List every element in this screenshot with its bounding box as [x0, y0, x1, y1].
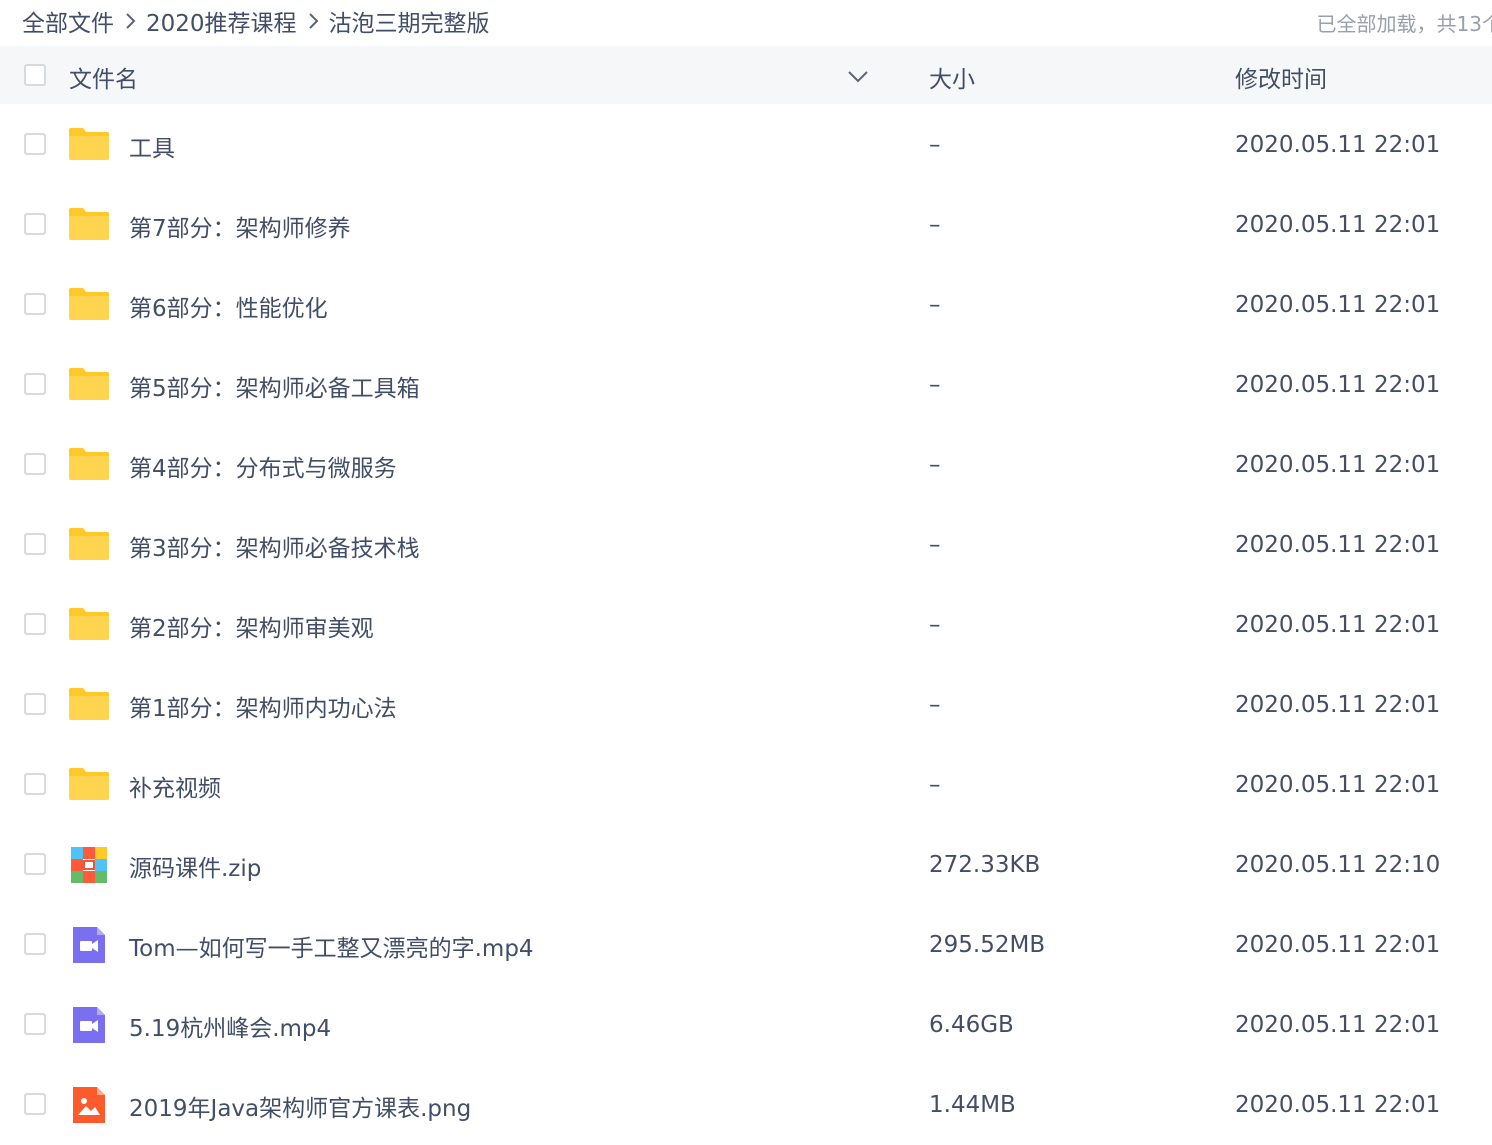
row-checkbox[interactable] [24, 693, 46, 715]
file-modified-time: 2020.05.11 22:01 [1235, 692, 1441, 718]
file-size: 6.46GB [929, 1012, 1014, 1038]
row-checkbox[interactable] [24, 1093, 46, 1115]
folder-icon[interactable] [69, 525, 109, 565]
chevron-right-icon [126, 13, 136, 29]
row-checkbox[interactable] [24, 293, 46, 315]
folder-icon[interactable] [69, 685, 109, 725]
select-all-checkbox[interactable] [24, 64, 46, 86]
file-list: 工具 – 2020.05.11 22:01 第7部分：架构师修养 – 2020.05.1… [0, 105, 1492, 1145]
file-row[interactable]: 第2部分：架构师审美观 – 2020.05.11 22:01 [0, 585, 1492, 665]
file-modified-time: 2020.05.11 22:01 [1235, 772, 1441, 798]
file-name[interactable]: 第1部分：架构师内功心法 [129, 689, 397, 723]
file-name[interactable]: 5.19杭州峰会.mp4 [129, 1009, 331, 1043]
file-size: – [929, 292, 941, 318]
file-row[interactable]: 补充视频 – 2020.05.11 22:01 [0, 745, 1492, 825]
file-size: – [929, 132, 941, 158]
file-size: 1.44MB [929, 1092, 1016, 1118]
file-modified-time: 2020.05.11 22:01 [1235, 532, 1441, 558]
column-header-name[interactable]: 文件名 [69, 60, 138, 94]
row-checkbox[interactable] [24, 933, 46, 955]
file-size: – [929, 452, 941, 478]
file-name[interactable]: 第3部分：架构师必备技术栈 [129, 529, 420, 563]
folder-icon[interactable] [69, 365, 109, 405]
file-size: – [929, 212, 941, 238]
file-size: – [929, 692, 941, 718]
file-size: 295.52MB [929, 932, 1046, 958]
row-checkbox[interactable] [24, 453, 46, 475]
file-size: – [929, 612, 941, 638]
file-row[interactable]: 5.19杭州峰会.mp4 6.46GB 2020.05.11 22:01 [0, 985, 1492, 1065]
file-modified-time: 2020.05.11 22:01 [1235, 1092, 1441, 1118]
file-name[interactable]: 第7部分：架构师修养 [129, 209, 351, 243]
row-checkbox[interactable] [24, 773, 46, 795]
file-modified-time: 2020.05.11 22:01 [1235, 612, 1441, 638]
folder-icon[interactable] [69, 445, 109, 485]
file-name[interactable]: 工具 [129, 129, 175, 163]
file-modified-time: 2020.05.11 22:01 [1235, 292, 1441, 318]
file-name[interactable]: 补充视频 [129, 769, 221, 803]
file-row[interactable]: 2019年Java架构师官方课表.png 1.44MB 2020.05.11 22:… [0, 1065, 1492, 1145]
row-checkbox[interactable] [24, 533, 46, 555]
file-name[interactable]: 第6部分：性能优化 [129, 289, 328, 323]
file-modified-time: 2020.05.11 22:01 [1235, 452, 1441, 478]
load-status: 已全部加载，共13个 [1316, 12, 1492, 36]
column-header-modified[interactable]: 修改时间 [1235, 60, 1327, 94]
file-row[interactable]: 第5部分：架构师必备工具箱 – 2020.05.11 22:01 [0, 345, 1492, 425]
file-size: – [929, 372, 941, 398]
video-file-icon[interactable] [69, 925, 109, 965]
breadcrumb-item-all-files[interactable]: 全部文件 [22, 4, 114, 38]
file-row[interactable]: 源码课件.zip 272.33KB 2020.05.11 22:10 [0, 825, 1492, 905]
image-file-icon[interactable] [69, 1085, 109, 1125]
chevron-right-icon [308, 13, 318, 29]
row-checkbox[interactable] [24, 613, 46, 635]
file-size: 272.33KB [929, 852, 1041, 878]
file-row[interactable]: 第4部分：分布式与微服务 – 2020.05.11 22:01 [0, 425, 1492, 505]
file-modified-time: 2020.05.11 22:10 [1235, 852, 1441, 878]
folder-icon[interactable] [69, 205, 109, 245]
chevron-down-icon[interactable] [846, 64, 870, 88]
breadcrumb-item-2020-courses[interactable]: 2020推荐课程 [146, 4, 297, 38]
folder-icon[interactable] [69, 765, 109, 805]
file-row[interactable]: 第6部分：性能优化 – 2020.05.11 22:01 [0, 265, 1492, 345]
file-size: – [929, 532, 941, 558]
zip-archive-icon[interactable] [69, 845, 109, 885]
folder-icon[interactable] [69, 605, 109, 645]
file-name[interactable]: 第5部分：架构师必备工具箱 [129, 369, 420, 403]
file-name[interactable]: 第2部分：架构师审美观 [129, 609, 374, 643]
video-file-icon[interactable] [69, 1005, 109, 1045]
file-modified-time: 2020.05.11 22:01 [1235, 212, 1441, 238]
file-row[interactable]: 第7部分：架构师修养 – 2020.05.11 22:01 [0, 185, 1492, 265]
file-row[interactable]: 工具 – 2020.05.11 22:01 [0, 105, 1492, 185]
file-modified-time: 2020.05.11 22:01 [1235, 1012, 1441, 1038]
breadcrumb-item-current: 沽泡三期完整版 [328, 11, 490, 37]
file-row[interactable]: Tom—如何写一手工整又漂亮的字.mp4 295.52MB 2020.05.11 2… [0, 905, 1492, 985]
top-bar: 全部文件 2020推荐课程 沽泡三期完整版 已全部加载，共13个 [0, 0, 1492, 44]
column-header-size[interactable]: 大小 [929, 60, 975, 94]
file-row[interactable]: 第1部分：架构师内功心法 – 2020.05.11 22:01 [0, 665, 1492, 745]
row-checkbox[interactable] [24, 373, 46, 395]
file-name[interactable]: 2019年Java架构师官方课表.png [129, 1089, 471, 1123]
breadcrumb: 全部文件 2020推荐课程 沽泡三期完整版 [22, 4, 490, 38]
file-row[interactable]: 第3部分：架构师必备技术栈 – 2020.05.11 22:01 [0, 505, 1492, 585]
row-checkbox[interactable] [24, 133, 46, 155]
row-checkbox[interactable] [24, 1013, 46, 1035]
folder-icon[interactable] [69, 285, 109, 325]
row-checkbox[interactable] [24, 853, 46, 875]
file-modified-time: 2020.05.11 22:01 [1235, 932, 1441, 958]
file-size: – [929, 772, 941, 798]
file-name[interactable]: 第4部分：分布式与微服务 [129, 449, 397, 483]
file-modified-time: 2020.05.11 22:01 [1235, 132, 1441, 158]
folder-icon[interactable] [69, 125, 109, 165]
file-list-header: 文件名 大小 修改时间 [0, 46, 1492, 104]
file-name[interactable]: 源码课件.zip [129, 849, 261, 883]
file-name[interactable]: Tom—如何写一手工整又漂亮的字.mp4 [129, 929, 534, 963]
row-checkbox[interactable] [24, 213, 46, 235]
file-modified-time: 2020.05.11 22:01 [1235, 372, 1441, 398]
